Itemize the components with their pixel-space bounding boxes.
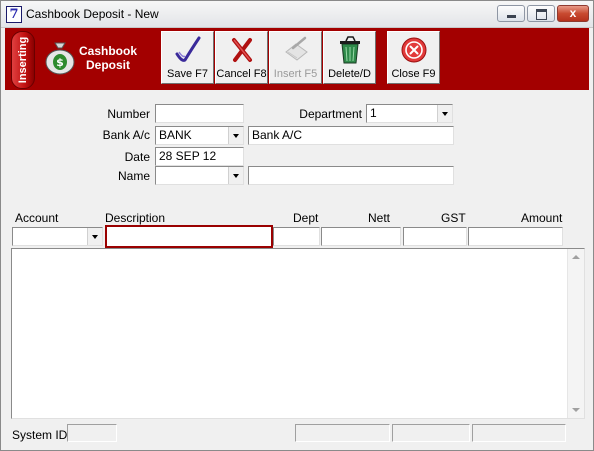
account-select[interactable]: [12, 227, 103, 246]
name-text-field[interactable]: [248, 166, 454, 185]
scroll-up-icon[interactable]: [568, 249, 584, 266]
description-field[interactable]: [105, 225, 273, 248]
svg-text:$: $: [56, 56, 64, 69]
window-title: Cashbook Deposit - New: [26, 7, 159, 21]
delete-button-label: Delete/D: [328, 68, 371, 80]
status-panel-2: [392, 424, 470, 442]
close-button[interactable]: Close F9: [387, 31, 440, 84]
date-field[interactable]: 28 SEP 12: [155, 147, 244, 166]
number-label: Number: [107, 107, 150, 121]
insert-icon: [285, 36, 308, 61]
column-header-account: Account: [15, 211, 59, 225]
column-header-amount: Amount: [521, 211, 563, 225]
save-button[interactable]: Save F7: [161, 31, 214, 84]
recycle-bin-icon: [340, 36, 360, 64]
name-select[interactable]: [155, 166, 244, 185]
status-panel-1: [295, 424, 390, 442]
moneybag-icon: $: [45, 42, 75, 75]
delete-button[interactable]: Delete/D: [323, 31, 376, 84]
chevron-down-icon[interactable]: [228, 167, 243, 184]
department-select[interactable]: 1: [366, 104, 453, 123]
mode-badge-label: Inserting: [17, 36, 29, 84]
status-panel-3: [472, 424, 566, 442]
maximize-button[interactable]: [527, 5, 555, 22]
bank-label: Bank A/c: [102, 128, 150, 142]
department-value: 1: [370, 106, 377, 120]
close-circle-icon: [401, 37, 427, 63]
vertical-scrollbar[interactable]: [567, 249, 584, 418]
band-title-line1: Cashbook: [78, 44, 137, 58]
nett-field[interactable]: [321, 227, 401, 246]
insert-button-label: Insert F5: [273, 68, 318, 80]
chevron-down-icon[interactable]: [87, 228, 102, 245]
column-header-gst: GST: [441, 211, 466, 225]
column-header-dept: Dept: [293, 211, 319, 225]
close-window-button[interactable]: x: [557, 5, 589, 22]
band-title: Cashbook Deposit: [77, 44, 139, 72]
number-field[interactable]: [155, 104, 244, 123]
column-header-nett: Nett: [368, 211, 391, 225]
transactions-list[interactable]: [11, 248, 585, 419]
toolbar-band: Inserting $ Cashbook Deposit Save F7 Can…: [5, 28, 589, 90]
cashbook-deposit-window: 7 Cashbook Deposit - New x Inserting $ C…: [0, 0, 594, 451]
system-id-label: System ID: [12, 428, 68, 442]
name-label: Name: [117, 169, 150, 183]
band-title-line2: Deposit: [85, 58, 130, 72]
app-icon[interactable]: 7: [6, 6, 22, 23]
bank-name-field[interactable]: Bank A/C: [248, 126, 454, 145]
date-label: Date: [124, 150, 150, 164]
column-header-description: Description: [105, 211, 166, 225]
department-label: Department: [299, 107, 362, 121]
system-id-field: [67, 424, 117, 442]
cancel-button-label: Cancel F8: [216, 68, 267, 80]
minimize-button[interactable]: [497, 5, 525, 22]
bank-account-select[interactable]: BANK: [155, 126, 244, 145]
minimize-icon: [507, 15, 516, 18]
cancel-button[interactable]: Cancel F8: [215, 31, 268, 84]
insert-button[interactable]: Insert F5: [269, 31, 322, 84]
maximize-icon: [536, 9, 547, 20]
chevron-down-icon[interactable]: [437, 105, 452, 122]
chevron-down-icon[interactable]: [228, 127, 243, 144]
title-bar[interactable]: 7 Cashbook Deposit - New x: [1, 1, 593, 28]
dept-field[interactable]: [273, 227, 320, 246]
red-x-icon: [232, 38, 252, 62]
save-button-label: Save F7: [167, 68, 208, 80]
close-button-label: Close F9: [391, 68, 436, 80]
gst-field[interactable]: [403, 227, 467, 246]
bank-code-value: BANK: [159, 128, 192, 142]
pen-check-icon: [175, 36, 201, 62]
mode-badge: Inserting: [11, 31, 35, 89]
close-icon: x: [569, 6, 577, 20]
scroll-down-icon[interactable]: [568, 401, 584, 418]
amount-field[interactable]: [468, 227, 563, 246]
